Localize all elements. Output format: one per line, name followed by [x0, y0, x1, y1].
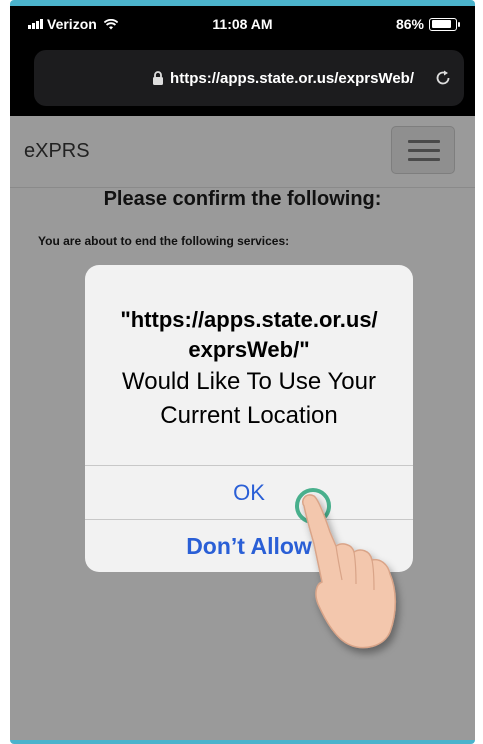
page-subtitle: You are about to end the following servi…	[38, 234, 290, 248]
reload-icon[interactable]	[434, 69, 452, 87]
status-bar: Verizon 11:08 AM 86%	[10, 6, 475, 40]
address-bar[interactable]: https://apps.state.or.us/exprsWeb/	[34, 50, 464, 106]
page-header: eXPRS	[10, 116, 475, 188]
browser-chrome: Verizon 11:08 AM 86% https://apps.state.…	[10, 6, 475, 116]
menu-button[interactable]	[391, 126, 455, 174]
battery-icon	[429, 17, 460, 31]
alert-body: "https://apps.state.or.us/ exprsWeb/" Wo…	[85, 265, 413, 465]
battery-percent: 86%	[395, 16, 424, 32]
page-title: Please confirm the following:	[103, 188, 382, 210]
url-text: https://apps.state.or.us/exprsWeb/	[170, 69, 414, 87]
battery-fill	[431, 20, 452, 28]
alert-message: Would Like To Use Your Current Location	[122, 368, 376, 429]
battery-group: 86%	[395, 16, 460, 32]
hand-pointer-icon	[302, 494, 396, 649]
brand-title[interactable]: eXPRS	[24, 140, 90, 163]
menu-icon	[408, 140, 440, 167]
lock-icon	[153, 71, 164, 85]
alert-origin: "https://apps.state.or.us/ exprsWeb/"	[120, 307, 378, 362]
alert-divider	[85, 465, 413, 466]
